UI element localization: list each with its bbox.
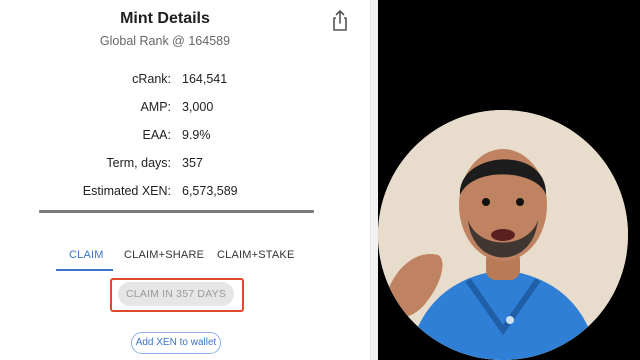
stat-row-term: Term, days: 357 <box>0 152 330 180</box>
stat-row-estimated-xen: Estimated XEN: 6,573,589 <box>0 180 330 208</box>
tab-claim-share[interactable]: CLAIM+SHARE <box>124 242 204 268</box>
tab-claim-stake[interactable]: CLAIM+STAKE <box>217 242 295 268</box>
stat-label: cRank: <box>132 72 171 86</box>
stat-value: 6,573,589 <box>182 184 238 198</box>
share-icon[interactable] <box>331 10 349 32</box>
mint-stats: cRank: 164,541 AMP: 3,000 EAA: 9.9% Term… <box>0 68 330 208</box>
presenter-video-circle <box>378 110 628 360</box>
stat-row-crank: cRank: 164,541 <box>0 68 330 96</box>
add-xen-to-wallet-button[interactable]: Add XEN to wallet <box>131 332 221 354</box>
stat-label: AMP: <box>140 100 171 114</box>
stat-value: 9.9% <box>182 128 211 142</box>
webcam-overlay <box>378 0 640 360</box>
section-divider <box>39 210 314 213</box>
claim-tabs: CLAIM CLAIM+SHARE CLAIM+STAKE <box>0 242 330 272</box>
tab-claim[interactable]: CLAIM <box>69 242 104 268</box>
page-title: Mint Details <box>120 10 210 27</box>
screen: Mint Details Global Rank @ 164589 cRank:… <box>0 0 640 360</box>
stat-value: 164,541 <box>182 72 228 86</box>
stat-label: Term, days: <box>106 156 171 170</box>
claim-button[interactable]: CLAIM IN 357 DAYS <box>118 282 234 306</box>
stat-label: Estimated XEN: <box>82 184 171 198</box>
active-tab-indicator <box>56 269 113 271</box>
stat-label: EAA: <box>142 128 172 142</box>
stat-row-amp: AMP: 3,000 <box>0 96 330 124</box>
stat-value: 3,000 <box>182 100 214 114</box>
global-rank-subtitle: Global Rank @ 164589 <box>99 34 231 48</box>
stat-row-eaa: EAA: 9.9% <box>0 124 330 152</box>
stat-value: 357 <box>182 156 203 170</box>
mint-details-panel: Mint Details Global Rank @ 164589 cRank:… <box>0 0 370 360</box>
